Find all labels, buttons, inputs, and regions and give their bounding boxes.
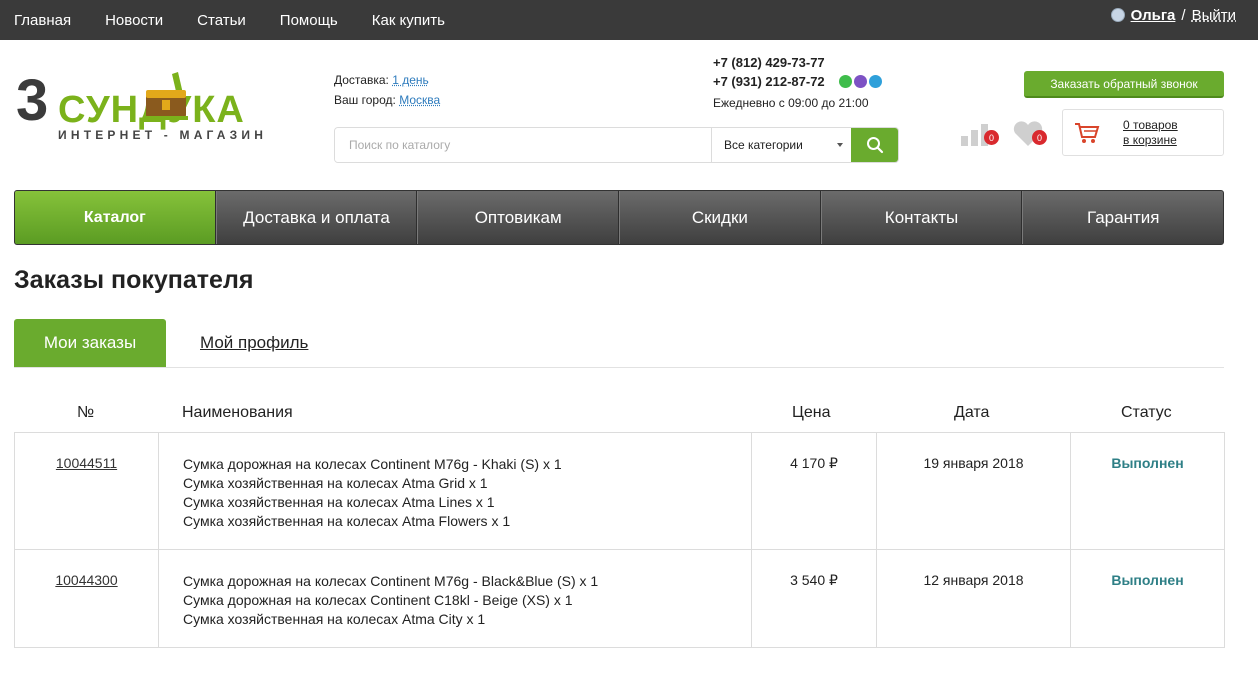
favorites-count-badge: 0 [1032, 130, 1047, 145]
top-nav-how-to-buy[interactable]: Как купить [372, 12, 445, 29]
order-item: Сумка дорожная на колесах Continent M76g… [183, 456, 562, 472]
cart-icon [1075, 123, 1100, 143]
orders-table-header: № Наименования Цена Дата Статус [14, 396, 1224, 432]
callback-button[interactable]: Заказать обратный звонок [1024, 71, 1224, 98]
logo-digit: 3 [16, 68, 49, 133]
category-select-value: Все категории [724, 138, 803, 152]
top-nav-home[interactable]: Главная [14, 12, 71, 29]
user-icon [1110, 8, 1125, 22]
messenger-icons [838, 75, 882, 88]
cart-count: 0 товаров [1123, 118, 1178, 132]
city-label: Ваш город: [334, 93, 396, 107]
main-nav-contacts[interactable]: Контакты [820, 191, 1023, 244]
order-number-link[interactable]: 10044511 [56, 455, 117, 471]
top-nav-articles[interactable]: Статьи [197, 12, 246, 29]
chest-icon [144, 72, 188, 120]
table-row: 10044300 Сумка дорожная на колесах Conti… [14, 549, 1225, 648]
tab-my-profile[interactable]: Мой профиль [200, 319, 308, 367]
orders-table: 10044511 Сумка дорожная на колесах Conti… [14, 432, 1225, 648]
user-area: Ольга / Выйти [1110, 0, 1236, 30]
account-tabs: Мои заказы Мой профиль [14, 319, 1224, 368]
telegram-icon[interactable] [868, 75, 882, 88]
order-number-cell: 10044511 [14, 432, 159, 550]
delivery-label: Доставка: [334, 73, 389, 87]
main-nav-warranty[interactable]: Гарантия [1022, 191, 1223, 244]
tab-my-orders[interactable]: Мои заказы [14, 319, 166, 367]
page-title: Заказы покупателя [14, 266, 254, 294]
order-item: Сумка хозяйственная на колесах Atma Flow… [183, 513, 511, 529]
order-item: Сумка хозяйственная на колесах Atma Line… [183, 494, 495, 510]
phone-2[interactable]: +7 (931) 212-87-72 [713, 72, 825, 91]
compare-button[interactable]: 0 [960, 122, 1000, 148]
cart-label: в корзине [1123, 133, 1177, 147]
main-nav-discounts[interactable]: Скидки [619, 191, 821, 244]
main-nav-delivery[interactable]: Доставка и оплата [215, 191, 418, 244]
search-bar: Все категории [334, 127, 899, 163]
user-separator: / [1181, 6, 1186, 24]
main-nav-catalog[interactable]: Каталог [15, 191, 216, 244]
cart-summary[interactable]: 0 товаров в корзине [1123, 118, 1178, 148]
city-link[interactable]: Москва [399, 93, 440, 107]
top-bar: Главная Новости Статьи Помощь Как купить… [0, 0, 1258, 40]
logout-link[interactable]: Выйти [1192, 7, 1236, 24]
order-price: 4 170 ₽ [751, 432, 877, 550]
top-nav-help[interactable]: Помощь [280, 12, 338, 29]
header-num: № [77, 404, 95, 421]
table-row: 10044511 Сумка дорожная на колесах Conti… [14, 432, 1225, 550]
search-input[interactable] [335, 128, 711, 162]
compare-count-badge: 0 [984, 130, 999, 145]
header-date: Дата [954, 404, 990, 421]
order-item: Сумка хозяйственная на колесах Atma City… [183, 611, 486, 627]
main-nav: Каталог Доставка и оплата Оптовикам Скид… [14, 190, 1224, 245]
order-item: Сумка дорожная на колесах Continent M76g… [183, 573, 599, 589]
top-nav-news[interactable]: Новости [105, 12, 163, 29]
cart-widget[interactable]: 0 товаров в корзине [1062, 109, 1224, 156]
order-items-cell: Сумка дорожная на колесах Continent M76g… [158, 432, 752, 550]
header-price: Цена [792, 404, 831, 421]
header-names: Наименования [182, 404, 293, 421]
order-date: 12 января 2018 [876, 549, 1071, 648]
top-nav: Главная Новости Статьи Помощь Как купить [14, 0, 445, 40]
working-hours: Ежедневно с 09:00 до 21:00 [713, 96, 869, 110]
order-status: Выполнен [1070, 549, 1225, 648]
order-number-link[interactable]: 10044300 [55, 572, 117, 588]
order-item: Сумка дорожная на колесах Continent C18k… [183, 592, 573, 608]
order-item: Сумка хозяйственная на колесах Atma Grid… [183, 475, 488, 491]
delivery-info: Доставка: 1 день Ваш город: Москва [334, 70, 440, 110]
site-logo[interactable]: 3 СУНДУКА ИНТЕРНЕТ - МАГАЗИН [16, 66, 276, 146]
order-status: Выполнен [1070, 432, 1225, 550]
user-name-link[interactable]: Ольга [1131, 7, 1176, 24]
logo-subtitle: ИНТЕРНЕТ - МАГАЗИН [58, 128, 268, 142]
phone-block: +7 (812) 429-73-77 +7 (931) 212-87-72 [713, 53, 882, 91]
order-items-cell: Сумка дорожная на колесах Continent M76g… [158, 549, 752, 648]
search-icon [866, 137, 883, 154]
order-date: 19 января 2018 [876, 432, 1071, 550]
favorites-button[interactable]: 0 [1012, 120, 1052, 148]
search-button[interactable] [851, 128, 898, 162]
main-nav-wholesale[interactable]: Оптовикам [417, 191, 620, 244]
viber-icon[interactable] [853, 75, 867, 88]
header-status: Статус [1121, 404, 1172, 421]
chevron-down-icon [837, 143, 843, 147]
order-number-cell: 10044300 [14, 549, 159, 648]
whatsapp-icon[interactable] [838, 75, 852, 88]
phone-1[interactable]: +7 (812) 429-73-77 [713, 53, 882, 72]
category-select[interactable]: Все категории [711, 128, 851, 162]
order-price: 3 540 ₽ [751, 549, 877, 648]
delivery-time-link[interactable]: 1 день [392, 73, 429, 87]
